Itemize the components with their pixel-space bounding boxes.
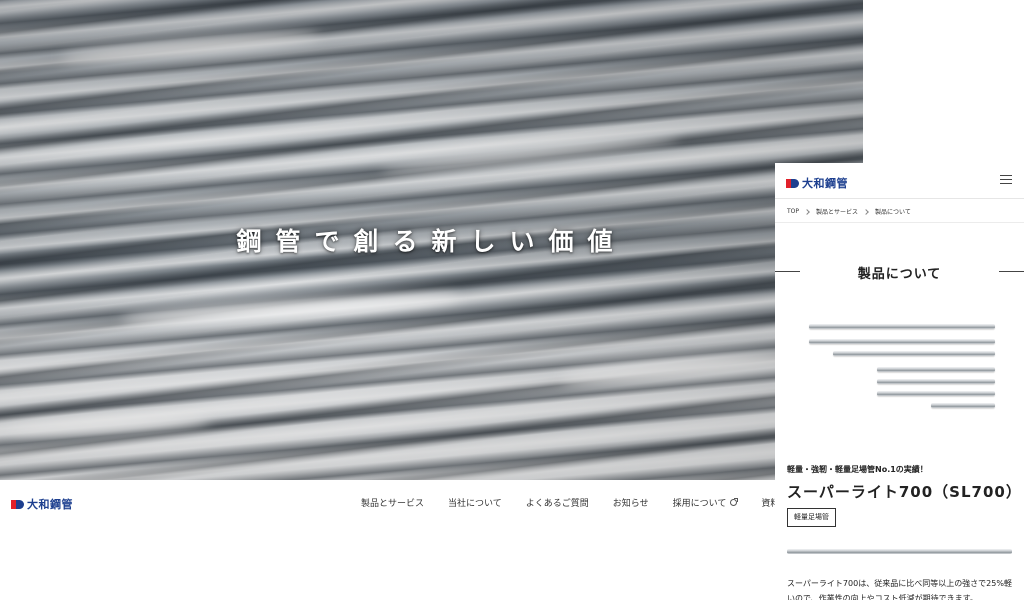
brand-name: 大和鋼管 [27, 498, 73, 511]
site-logo[interactable]: 大和鋼管 [11, 496, 73, 512]
page-title: 製品について [857, 267, 942, 282]
nav-item-label: お知らせ [612, 499, 649, 509]
product-image [805, 321, 995, 415]
product-name: スーパーライト700（SL700） [787, 483, 1022, 501]
pipe-graphic [877, 391, 995, 396]
pipe-graphic [809, 339, 995, 344]
pipe-graphic [877, 379, 995, 384]
nav-item-label: よくあるご質問 [525, 499, 589, 509]
pipe-graphic [787, 549, 1012, 554]
global-nav: 製品とサービス 当社について よくあるご質問 お知らせ 採用について 資料のダウ… [361, 496, 833, 509]
divider [775, 222, 1024, 223]
divider [999, 271, 1024, 272]
nav-item-label: 製品とサービス [361, 499, 425, 509]
product-catchphrase: 軽量・強靭・軽量足場管No.1の実績！ [787, 465, 928, 474]
product-description: スーパーライト700は、従来品に比べ同等以上の強さで25%軽いので、作業性の向上… [787, 579, 1012, 600]
mobile-header: 大和鋼管 [775, 163, 1024, 199]
hero-banner: 鋼管で創る新しい価値 [0, 0, 863, 480]
chevron-right-icon [863, 208, 869, 215]
nav-item-label: 当社について [448, 499, 502, 509]
page-title-row: 製品について [775, 263, 1024, 282]
external-link-icon [730, 498, 739, 506]
brand-mark-icon [786, 178, 799, 188]
nav-item-news[interactable]: お知らせ [613, 496, 649, 509]
hero-copy: 鋼管で創る新しい価値 [236, 227, 627, 256]
nav-item-recruit[interactable]: 採用について [672, 496, 739, 509]
nav-item-label: 採用について [672, 499, 727, 509]
nav-item-about[interactable]: 当社について [448, 496, 502, 509]
mobile-logo[interactable]: 大和鋼管 [786, 175, 848, 191]
breadcrumb: TOP 製品とサービス 製品について [787, 207, 911, 216]
pipe-graphic [809, 324, 995, 329]
mobile-preview: 大和鋼管 TOP 製品とサービス 製品について 製品について 軽量・強靭・軽量足… [775, 163, 1024, 600]
pipe-graphic [833, 351, 995, 356]
chevron-right-icon [804, 208, 810, 215]
pipe-graphic [877, 367, 995, 372]
product-category-tag[interactable]: 軽量足場管 [787, 508, 836, 527]
breadcrumb-top[interactable]: TOP [787, 208, 799, 215]
brand-name: 大和鋼管 [802, 177, 848, 190]
brand-mark-icon [11, 499, 24, 509]
breadcrumb-current: 製品について [875, 209, 911, 216]
nav-item-products[interactable]: 製品とサービス [361, 496, 424, 509]
breadcrumb-products-services[interactable]: 製品とサービス [816, 207, 858, 216]
pipe-graphic [931, 403, 995, 408]
hamburger-menu-icon[interactable] [1000, 175, 1012, 185]
nav-item-faq[interactable]: よくあるご質問 [526, 496, 589, 509]
